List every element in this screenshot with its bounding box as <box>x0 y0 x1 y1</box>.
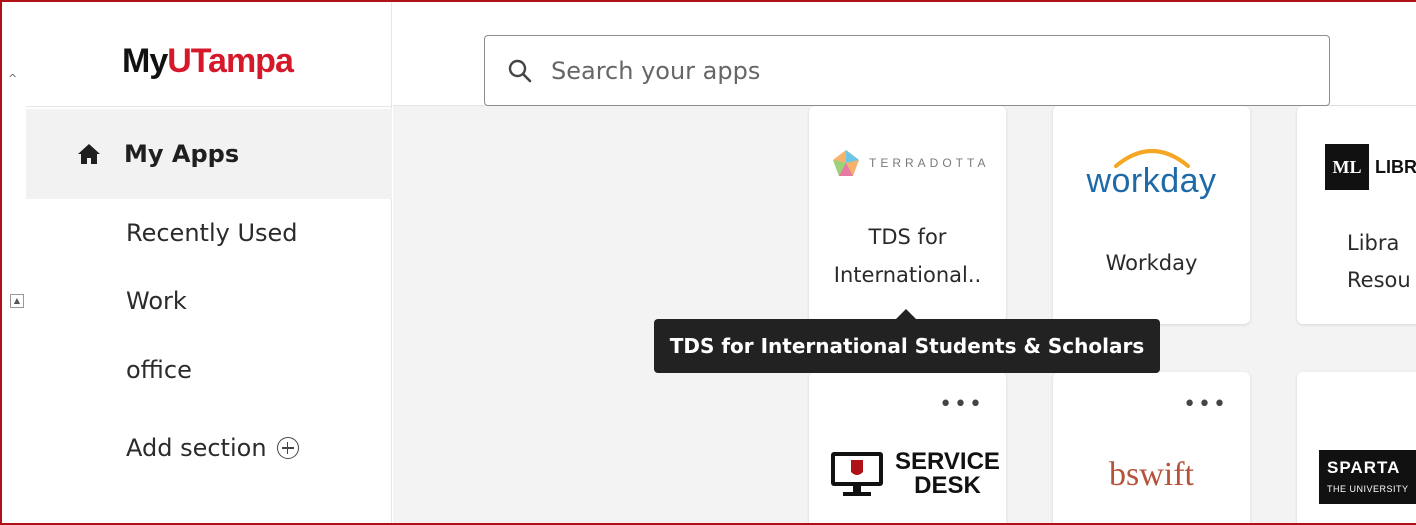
sparta-logo-line2: THE UNIVERSITY <box>1327 484 1409 494</box>
service-desk-logo: SERVICE DESK <box>829 450 1000 498</box>
sidebar-item-recently-used[interactable]: Recently Used <box>126 219 298 247</box>
logo-part-my: My <box>122 42 168 80</box>
more-options-icon[interactable]: ••• <box>1183 394 1228 416</box>
outer-edge-strip: ^ ▲ <box>2 2 26 523</box>
more-options-icon[interactable]: ••• <box>939 394 984 416</box>
sidebar-item-office[interactable]: office <box>126 356 192 384</box>
search-box[interactable] <box>484 35 1330 106</box>
app-window: ^ ▲ MyUTampa My Apps Recently Used Work … <box>0 0 1416 525</box>
sidebar-item-work[interactable]: Work <box>126 287 187 315</box>
app-card-workday[interactable]: workday Workday <box>1053 106 1250 324</box>
terradotta-mark-icon <box>833 150 859 176</box>
service-desk-line1: SERVICE <box>895 448 1000 475</box>
terradotta-logo: TERRADOTTA <box>831 148 989 178</box>
main-content: TERRADOTTA TDS for International.. workd… <box>393 2 1416 523</box>
bswift-logo: bswift <box>1109 456 1194 493</box>
app-card-tds[interactable]: TERRADOTTA TDS for International.. <box>809 106 1006 322</box>
app-name-tooltip: TDS for International Students & Scholar… <box>654 309 1160 373</box>
app-card-library[interactable]: ML LIBR Libra Resou <box>1297 106 1416 324</box>
monitor-icon <box>831 452 883 496</box>
library-logo-box: ML <box>1325 144 1369 190</box>
app-card-service-desk[interactable]: ••• SERVICE DESK <box>809 372 1006 523</box>
sparta-logo-line1: SPARTA <box>1327 458 1401 477</box>
app-title-line2: International.. <box>833 263 982 287</box>
search-icon <box>508 59 532 82</box>
add-section-button[interactable]: Add section <box>126 434 299 462</box>
app-card-sparta[interactable]: SPARTA THE UNIVERSITY <box>1297 372 1416 523</box>
app-title-line1: Libra <box>1347 231 1400 255</box>
scroll-up-button[interactable]: ▲ <box>10 294 24 308</box>
search-input[interactable] <box>551 56 1271 85</box>
app-card-bswift[interactable]: ••• bswift <box>1053 372 1250 523</box>
sidebar-divider <box>26 106 392 107</box>
myutampa-logo[interactable]: MyUTampa <box>122 42 294 81</box>
sidebar-item-my-apps[interactable]: My Apps <box>26 109 392 199</box>
workday-logo: workday <box>1053 142 1250 201</box>
app-title: Workday <box>1105 251 1198 275</box>
add-section-label: Add section <box>126 434 267 462</box>
library-logo: ML LIBR <box>1325 144 1416 190</box>
service-desk-logo-text: SERVICE DESK <box>895 450 1000 498</box>
top-bar <box>393 2 1416 106</box>
terradotta-logo-text: TERRADOTTA <box>869 156 990 170</box>
workday-logo-text: workday <box>1086 162 1217 200</box>
plus-circle-icon <box>276 437 299 459</box>
library-logo-text: LIBR <box>1375 156 1416 177</box>
home-icon <box>78 144 100 164</box>
sparta-logo: SPARTA THE UNIVERSITY <box>1319 450 1416 504</box>
logo-part-utampa: UTampa <box>167 42 294 80</box>
app-title-line2: Resou <box>1347 268 1411 292</box>
app-title-line1: TDS for <box>868 225 947 249</box>
caret-up-icon: ^ <box>8 72 18 85</box>
sidebar-item-label: My Apps <box>124 140 240 168</box>
sidebar: MyUTampa My Apps Recently Used Work offi… <box>26 2 392 523</box>
service-desk-line2: DESK <box>914 472 981 499</box>
